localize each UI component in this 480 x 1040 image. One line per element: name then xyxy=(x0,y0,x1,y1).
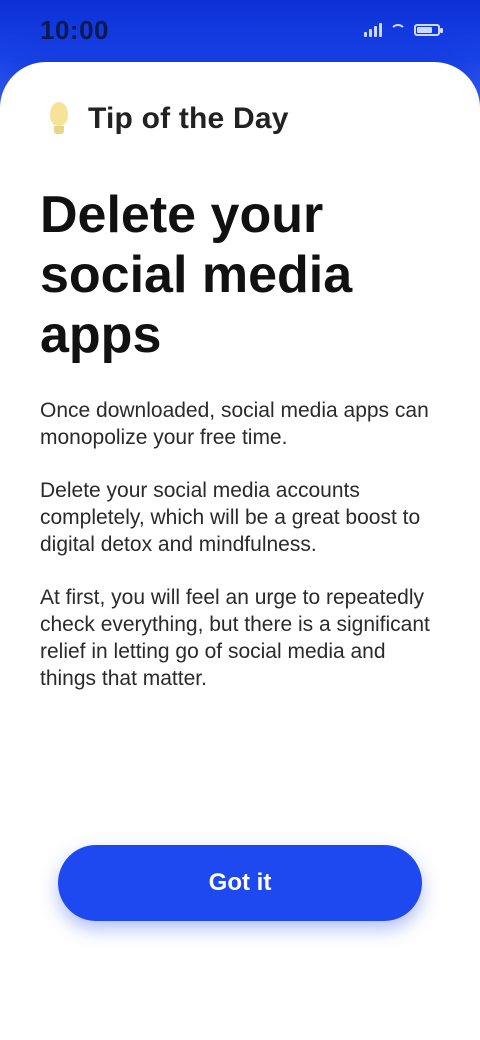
wifi-icon xyxy=(390,24,406,36)
battery-icon xyxy=(414,24,443,36)
tip-paragraph: At first, you will feel an urge to repea… xyxy=(40,586,430,690)
status-icons xyxy=(364,23,443,37)
status-bar: 10:00 xyxy=(0,0,480,60)
tip-content: Delete your social media apps Once downl… xyxy=(40,185,435,692)
status-time: 10:00 xyxy=(40,14,109,45)
signal-icon xyxy=(364,23,382,37)
tip-paragraph: Delete your social media accounts comple… xyxy=(40,479,421,556)
header-title: Tip of the Day xyxy=(88,102,289,135)
lightbulb-icon xyxy=(48,102,70,136)
tip-title: Delete your social media apps xyxy=(40,186,353,364)
got-it-button[interactable]: Got it xyxy=(58,845,422,921)
tip-paragraph: Once downloaded, social media apps can m… xyxy=(40,399,429,449)
tip-header: Tip of the Day xyxy=(48,102,289,136)
tip-screen: 10:00 Tip of the Day Delete your social … xyxy=(0,0,480,1040)
